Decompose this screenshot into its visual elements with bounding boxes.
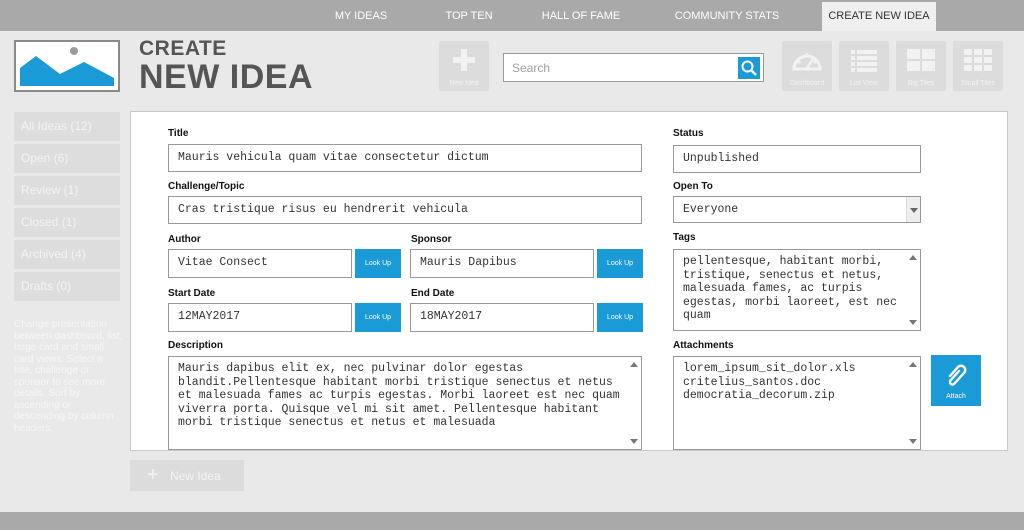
tags-label: Tags — [673, 232, 696, 243]
sidebar-item-drafts[interactable]: Drafts (0) — [14, 272, 120, 301]
paperclip-icon — [948, 364, 967, 386]
title-field[interactable]: Mauris vehicula quam vitae consectetur d… — [168, 144, 642, 172]
attachment-item[interactable]: democratia_decorum.zip — [683, 389, 902, 403]
sidebar-help-text: Change presentation between dashboard, l… — [14, 319, 123, 434]
search-button[interactable] — [738, 57, 760, 79]
sponsor-field[interactable]: Mauris Dapibus — [410, 249, 594, 278]
search-input[interactable] — [504, 54, 734, 81]
attachments-label: Attachments — [673, 340, 734, 351]
small-tiles-icon — [964, 49, 992, 71]
tags-text: pellentesque, habitant morbi, tristique,… — [683, 255, 897, 323]
sidebar-item-closed[interactable]: Closed (1) — [14, 208, 120, 237]
challenge-label: Challenge/Topic — [168, 181, 245, 192]
big-tiles-icon — [907, 49, 935, 71]
sponsor-label: Sponsor — [411, 234, 452, 245]
open-to-label: Open To — [673, 181, 713, 192]
tags-scrollbar[interactable] — [906, 250, 920, 330]
footer-bar — [0, 512, 1024, 530]
search-icon — [741, 60, 757, 76]
end-date-field[interactable]: 18MAY2017 — [410, 303, 594, 332]
nav-top-ten[interactable]: TOP TEN — [428, 0, 510, 31]
start-date-lookup-button[interactable]: Look Up — [355, 303, 401, 332]
end-date-lookup-button[interactable]: Look Up — [597, 303, 643, 332]
nav-community-stats[interactable]: COMMUNITY STATS — [660, 0, 794, 31]
nav-my-ideas[interactable]: MY IDEAS — [316, 0, 406, 31]
description-label: Description — [168, 340, 224, 351]
list-view-button[interactable]: List View — [839, 41, 889, 91]
attachments-scrollbar[interactable] — [906, 357, 920, 449]
sidebar-item-review[interactable]: Review (1) — [14, 176, 120, 205]
description-scrollbar[interactable] — [627, 357, 641, 449]
open-to-select[interactable]: Everyone — [673, 196, 921, 223]
description-text: Mauris dapibus elit ex, nec pulvinar dol… — [178, 362, 620, 430]
end-date-label: End Date — [411, 288, 455, 299]
sidebar-item-archived[interactable]: Archived (4) — [14, 240, 120, 269]
dashboard-icon — [792, 53, 822, 71]
small-tiles-view-button[interactable]: Small Tiles — [953, 41, 1003, 91]
author-label: Author — [168, 234, 201, 245]
image-placeholder-icon — [20, 47, 114, 86]
nav-hall-of-fame[interactable]: HALL OF FAME — [530, 0, 632, 31]
plus-icon — [453, 49, 475, 71]
tags-textarea[interactable]: pellentesque, habitant morbi, tristique,… — [673, 249, 921, 331]
sponsor-lookup-button[interactable]: Look Up — [597, 249, 643, 278]
attach-button[interactable]: Attach — [931, 355, 981, 406]
chevron-down-icon — [906, 197, 920, 222]
new-idea-tool-button[interactable]: New Idea — [439, 41, 489, 91]
sidebar-item-all-ideas[interactable]: All Ideas (12) — [14, 112, 120, 141]
big-tiles-view-button[interactable]: Big Tiles — [896, 41, 946, 91]
start-date-label: Start Date — [168, 288, 216, 299]
description-textarea[interactable]: Mauris dapibus elit ex, nec pulvinar dol… — [168, 356, 642, 450]
plus-icon: + — [147, 464, 159, 486]
title-label: Title — [168, 128, 189, 139]
author-field[interactable]: Vitae Consect — [168, 249, 352, 278]
author-lookup-button[interactable]: Look Up — [355, 249, 401, 278]
sidebar-item-open[interactable]: Open (6) — [14, 144, 120, 173]
attachment-item[interactable]: lorem_ipsum_sit_dolor.xls — [683, 362, 902, 376]
new-idea-button[interactable]: + New Idea — [130, 460, 244, 491]
open-to-value: Everyone — [683, 203, 739, 216]
attachment-item[interactable]: critelius_santos.doc — [683, 376, 902, 390]
attachments-list[interactable]: lorem_ipsum_sit_dolor.xls critelius_sant… — [673, 356, 921, 450]
page-title: CREATE NEW IDEA — [139, 37, 313, 96]
status-label: Status — [673, 128, 704, 139]
logo — [14, 40, 120, 92]
search-box — [503, 53, 764, 82]
nav-create-new-idea[interactable]: CREATE NEW IDEA — [822, 0, 936, 31]
challenge-field[interactable]: Cras tristique risus eu hendrerit vehicu… — [168, 196, 642, 224]
start-date-field[interactable]: 12MAY2017 — [168, 303, 352, 332]
create-idea-form: Title Mauris vehicula quam vitae consect… — [130, 111, 1008, 451]
top-nav: MY IDEAS TOP TEN HALL OF FAME COMMUNITY … — [0, 0, 1024, 31]
list-icon — [851, 50, 877, 72]
status-field: Unpublished — [673, 145, 921, 173]
dashboard-view-button[interactable]: Dashboard — [782, 41, 832, 91]
